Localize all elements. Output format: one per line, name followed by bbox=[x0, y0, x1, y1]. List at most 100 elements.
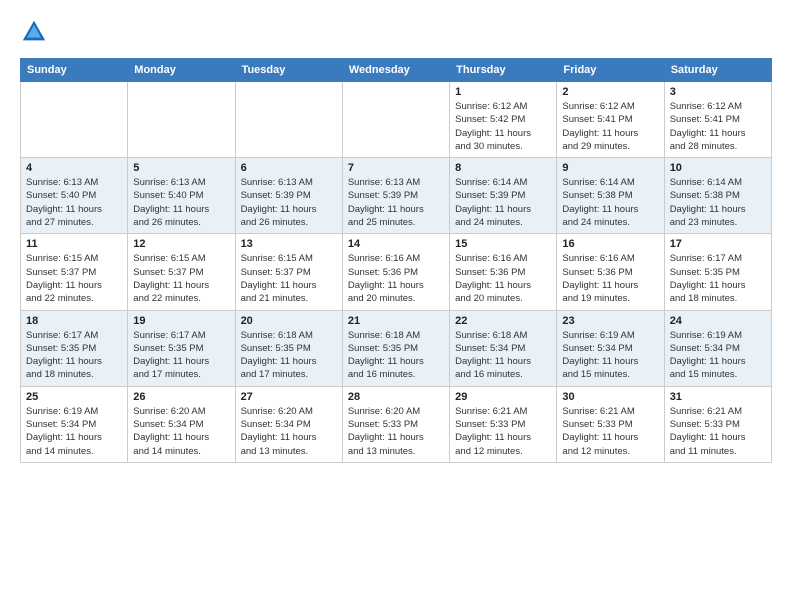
calendar-cell: 7 Sunrise: 6:13 AM Sunset: 5:39 PM Daylig… bbox=[342, 158, 449, 234]
calendar-cell: 24 Sunrise: 6:19 AM Sunset: 5:34 PM Dayli… bbox=[664, 310, 771, 386]
calendar-cell: 31Sunrise: 6:21 AM Sunset: 5:33 PM Dayli… bbox=[664, 386, 771, 462]
day-number: 22 bbox=[455, 315, 551, 327]
calendar-cell bbox=[342, 82, 449, 158]
day-info: Sunrise: 6:18 AM Sunset: 5:34 PM Dayligh… bbox=[455, 329, 551, 382]
calendar-cell: 26 Sunrise: 6:20 AM Sunset: 5:34 PM Dayli… bbox=[128, 386, 235, 462]
day-info: Sunrise: 6:21 AM Sunset: 5:33 PM Dayligh… bbox=[562, 405, 658, 458]
day-number: 14 bbox=[348, 238, 444, 250]
calendar-cell: 8 Sunrise: 6:14 AM Sunset: 5:39 PM Daylig… bbox=[450, 158, 557, 234]
calendar-cell: 5 Sunrise: 6:13 AM Sunset: 5:40 PM Daylig… bbox=[128, 158, 235, 234]
day-number: 12 bbox=[133, 238, 229, 250]
calendar-week-5: 25 Sunrise: 6:19 AM Sunset: 5:34 PM Dayli… bbox=[21, 386, 772, 462]
day-info: Sunrise: 6:21 AM Sunset: 5:33 PM Dayligh… bbox=[670, 405, 766, 458]
day-info: Sunrise: 6:20 AM Sunset: 5:34 PM Dayligh… bbox=[241, 405, 337, 458]
day-info: Sunrise: 6:12 AM Sunset: 5:41 PM Dayligh… bbox=[670, 100, 766, 153]
logo-icon bbox=[20, 18, 48, 46]
calendar-cell bbox=[21, 82, 128, 158]
calendar-week-4: 18 Sunrise: 6:17 AM Sunset: 5:35 PM Dayli… bbox=[21, 310, 772, 386]
day-info: Sunrise: 6:13 AM Sunset: 5:40 PM Dayligh… bbox=[133, 176, 229, 229]
calendar-cell bbox=[128, 82, 235, 158]
day-number: 11 bbox=[26, 238, 122, 250]
day-number: 5 bbox=[133, 162, 229, 174]
logo bbox=[20, 18, 52, 46]
day-info: Sunrise: 6:16 AM Sunset: 5:36 PM Dayligh… bbox=[455, 252, 551, 305]
day-number: 18 bbox=[26, 315, 122, 327]
calendar-cell: 19Sunrise: 6:17 AM Sunset: 5:35 PM Dayli… bbox=[128, 310, 235, 386]
calendar-cell: 16 Sunrise: 6:16 AM Sunset: 5:36 PM Dayli… bbox=[557, 234, 664, 310]
day-number: 13 bbox=[241, 238, 337, 250]
calendar-cell: 20Sunrise: 6:18 AM Sunset: 5:35 PM Dayli… bbox=[235, 310, 342, 386]
page: SundayMondayTuesdayWednesdayThursdayFrid… bbox=[0, 0, 792, 612]
day-info: Sunrise: 6:13 AM Sunset: 5:40 PM Dayligh… bbox=[26, 176, 122, 229]
day-number: 4 bbox=[26, 162, 122, 174]
calendar-cell: 14 Sunrise: 6:16 AM Sunset: 5:36 PM Dayli… bbox=[342, 234, 449, 310]
day-info: Sunrise: 6:12 AM Sunset: 5:41 PM Dayligh… bbox=[562, 100, 658, 153]
calendar-cell: 27 Sunrise: 6:20 AM Sunset: 5:34 PM Dayli… bbox=[235, 386, 342, 462]
calendar-cell: 1 Sunrise: 6:12 AM Sunset: 5:42 PM Daylig… bbox=[450, 82, 557, 158]
calendar-cell: 22 Sunrise: 6:18 AM Sunset: 5:34 PM Dayli… bbox=[450, 310, 557, 386]
calendar-week-2: 4 Sunrise: 6:13 AM Sunset: 5:40 PM Daylig… bbox=[21, 158, 772, 234]
calendar-cell: 18 Sunrise: 6:17 AM Sunset: 5:35 PM Dayli… bbox=[21, 310, 128, 386]
calendar-week-3: 11 Sunrise: 6:15 AM Sunset: 5:37 PM Dayli… bbox=[21, 234, 772, 310]
day-number: 20 bbox=[241, 315, 337, 327]
day-number: 24 bbox=[670, 315, 766, 327]
calendar-cell: 25 Sunrise: 6:19 AM Sunset: 5:34 PM Dayli… bbox=[21, 386, 128, 462]
day-info: Sunrise: 6:12 AM Sunset: 5:42 PM Dayligh… bbox=[455, 100, 551, 153]
day-info: Sunrise: 6:17 AM Sunset: 5:35 PM Dayligh… bbox=[26, 329, 122, 382]
day-info: Sunrise: 6:16 AM Sunset: 5:36 PM Dayligh… bbox=[562, 252, 658, 305]
day-info: Sunrise: 6:13 AM Sunset: 5:39 PM Dayligh… bbox=[241, 176, 337, 229]
day-number: 21 bbox=[348, 315, 444, 327]
calendar-header: SundayMondayTuesdayWednesdayThursdayFrid… bbox=[21, 59, 772, 82]
calendar-cell: 30 Sunrise: 6:21 AM Sunset: 5:33 PM Dayli… bbox=[557, 386, 664, 462]
day-number: 6 bbox=[241, 162, 337, 174]
calendar-cell: 4 Sunrise: 6:13 AM Sunset: 5:40 PM Daylig… bbox=[21, 158, 128, 234]
day-number: 1 bbox=[455, 86, 551, 98]
day-number: 3 bbox=[670, 86, 766, 98]
day-number: 27 bbox=[241, 391, 337, 403]
day-number: 15 bbox=[455, 238, 551, 250]
day-info: Sunrise: 6:13 AM Sunset: 5:39 PM Dayligh… bbox=[348, 176, 444, 229]
day-number: 16 bbox=[562, 238, 658, 250]
day-info: Sunrise: 6:16 AM Sunset: 5:36 PM Dayligh… bbox=[348, 252, 444, 305]
day-info: Sunrise: 6:19 AM Sunset: 5:34 PM Dayligh… bbox=[670, 329, 766, 382]
weekday-header-tuesday: Tuesday bbox=[235, 59, 342, 82]
calendar-cell: 13 Sunrise: 6:15 AM Sunset: 5:37 PM Dayli… bbox=[235, 234, 342, 310]
weekday-header-wednesday: Wednesday bbox=[342, 59, 449, 82]
weekday-header-monday: Monday bbox=[128, 59, 235, 82]
day-info: Sunrise: 6:17 AM Sunset: 5:35 PM Dayligh… bbox=[133, 329, 229, 382]
day-number: 29 bbox=[455, 391, 551, 403]
day-number: 10 bbox=[670, 162, 766, 174]
day-number: 26 bbox=[133, 391, 229, 403]
day-info: Sunrise: 6:15 AM Sunset: 5:37 PM Dayligh… bbox=[133, 252, 229, 305]
calendar-cell: 15 Sunrise: 6:16 AM Sunset: 5:36 PM Dayli… bbox=[450, 234, 557, 310]
day-number: 9 bbox=[562, 162, 658, 174]
day-info: Sunrise: 6:19 AM Sunset: 5:34 PM Dayligh… bbox=[562, 329, 658, 382]
calendar-cell: 6 Sunrise: 6:13 AM Sunset: 5:39 PM Daylig… bbox=[235, 158, 342, 234]
day-number: 23 bbox=[562, 315, 658, 327]
day-info: Sunrise: 6:18 AM Sunset: 5:35 PM Dayligh… bbox=[348, 329, 444, 382]
calendar-week-1: 1 Sunrise: 6:12 AM Sunset: 5:42 PM Daylig… bbox=[21, 82, 772, 158]
day-info: Sunrise: 6:17 AM Sunset: 5:35 PM Dayligh… bbox=[670, 252, 766, 305]
day-number: 7 bbox=[348, 162, 444, 174]
day-number: 30 bbox=[562, 391, 658, 403]
calendar-cell: 3 Sunrise: 6:12 AM Sunset: 5:41 PM Daylig… bbox=[664, 82, 771, 158]
day-info: Sunrise: 6:20 AM Sunset: 5:33 PM Dayligh… bbox=[348, 405, 444, 458]
weekday-header-friday: Friday bbox=[557, 59, 664, 82]
calendar-cell: 17 Sunrise: 6:17 AM Sunset: 5:35 PM Dayli… bbox=[664, 234, 771, 310]
calendar-cell: 29 Sunrise: 6:21 AM Sunset: 5:33 PM Dayli… bbox=[450, 386, 557, 462]
day-number: 25 bbox=[26, 391, 122, 403]
day-number: 28 bbox=[348, 391, 444, 403]
calendar-body: 1 Sunrise: 6:12 AM Sunset: 5:42 PM Daylig… bbox=[21, 82, 772, 463]
day-info: Sunrise: 6:19 AM Sunset: 5:34 PM Dayligh… bbox=[26, 405, 122, 458]
weekday-header-thursday: Thursday bbox=[450, 59, 557, 82]
day-number: 2 bbox=[562, 86, 658, 98]
weekday-header-saturday: Saturday bbox=[664, 59, 771, 82]
day-info: Sunrise: 6:21 AM Sunset: 5:33 PM Dayligh… bbox=[455, 405, 551, 458]
day-info: Sunrise: 6:15 AM Sunset: 5:37 PM Dayligh… bbox=[241, 252, 337, 305]
day-number: 8 bbox=[455, 162, 551, 174]
day-info: Sunrise: 6:14 AM Sunset: 5:39 PM Dayligh… bbox=[455, 176, 551, 229]
day-info: Sunrise: 6:20 AM Sunset: 5:34 PM Dayligh… bbox=[133, 405, 229, 458]
day-number: 17 bbox=[670, 238, 766, 250]
weekday-header-sunday: Sunday bbox=[21, 59, 128, 82]
day-info: Sunrise: 6:15 AM Sunset: 5:37 PM Dayligh… bbox=[26, 252, 122, 305]
